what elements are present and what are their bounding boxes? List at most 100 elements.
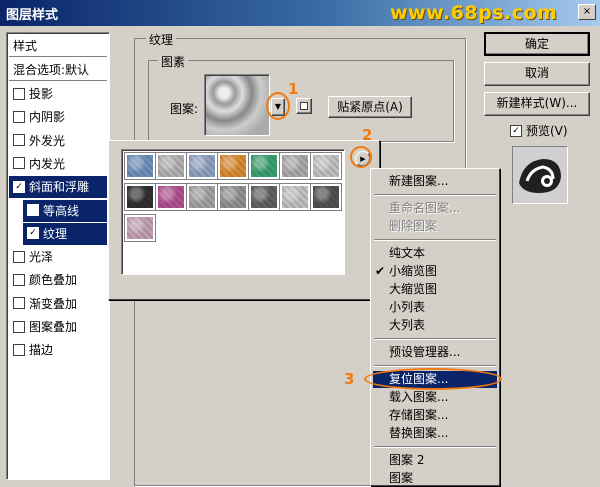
pattern-swatch[interactable] [186,183,218,211]
pattern-swatch[interactable] [248,183,280,211]
pattern-swatch[interactable] [279,183,311,211]
menu-item-2-3[interactable]: 小列表 [373,299,497,316]
menu-item-5-0[interactable]: 图案 2 [373,452,497,469]
pattern-swatch-image [251,155,277,177]
menu-item-2-0[interactable]: 纯文本 [373,245,497,262]
style-item-label: 斜面和浮雕 [29,180,90,195]
style-item-7[interactable]: ✓ 纹理 [23,222,107,245]
menu-item-0-0[interactable]: 新建图案... [373,173,497,190]
pattern-swatch[interactable] [124,183,156,211]
pattern-swatch[interactable] [217,152,249,180]
pattern-swatch[interactable] [310,152,342,180]
style-item-label: 光泽 [29,250,54,265]
style-item-checkbox[interactable] [13,250,25,263]
menu-item-2-4[interactable]: 大列表 [373,317,497,334]
style-list-header[interactable]: 样式 [9,35,107,57]
preview-check-box: ✓ [510,124,522,137]
menu-item-label: 新建图案... [389,174,449,188]
menu-item-5-1[interactable]: 图案 [373,470,497,487]
style-item-6[interactable]: 等高线 [23,199,107,222]
style-item-checkbox[interactable] [13,110,25,123]
style-item-2[interactable]: 内阴影 [9,106,107,128]
preview-checkbox[interactable]: ✓ 预览(V) [506,122,568,139]
style-item-checkbox[interactable]: ✓ [13,180,25,193]
style-item-checkbox[interactable] [13,273,25,286]
style-item-checkbox[interactable] [27,204,39,216]
menu-item-label: 小列表 [389,300,426,314]
new-preset-icon[interactable] [296,98,312,114]
style-item-label: 纹理 [43,226,68,241]
annotation-ring-3 [364,368,502,390]
menu-item-label: 预设管理器... [389,345,461,359]
menu-item-4-2[interactable]: 存储图案... [373,407,497,424]
style-item-checkbox[interactable] [13,157,25,170]
pattern-swatch[interactable] [124,214,156,242]
pattern-picker-popup: ▶ [108,140,380,300]
style-item-12[interactable]: 描边 [9,339,107,361]
watermark: www.68ps.com [390,2,558,24]
pattern-swatch-image [127,217,153,239]
style-item-checkbox[interactable] [13,134,25,147]
texture-group-title: 纹理 [146,31,177,48]
pattern-swatch[interactable] [310,183,342,211]
pattern-swatch[interactable] [155,152,187,180]
style-item-checkbox[interactable] [13,343,25,356]
style-list: 样式 混合选项:默认 投影内阴影外发光内发光 ✓ 斜面和浮雕等高线 ✓ 纹理光泽颜色叠加… [6,32,110,480]
annotation-ring-1 [266,92,290,120]
menu-separator [374,338,496,340]
menu-check-icon: ✔ [375,264,386,278]
pattern-swatch-image [158,155,184,177]
close-button[interactable]: × [578,4,596,20]
ok-button[interactable]: 确定 [484,32,590,56]
pattern-swatch[interactable] [279,152,311,180]
menu-item-2-1[interactable]: ✔ 小缩览图 [373,263,497,280]
menu-item-1-0[interactable]: 重命名图案... [373,200,497,217]
pattern-swatch[interactable] [248,152,280,180]
new-style-button[interactable]: 新建样式(W)... [484,92,590,116]
cancel-button[interactable]: 取消 [484,62,590,86]
style-item-checkbox[interactable]: ✓ [27,227,39,240]
menu-item-2-2[interactable]: 大缩览图 [373,281,497,298]
style-item-3[interactable]: 外发光 [9,130,107,152]
pattern-swatch-image [189,155,215,177]
style-item-label: 外发光 [29,133,66,148]
menu-item-label: 大缩览图 [389,282,438,296]
menu-item-label: 重命名图案... [389,201,461,215]
menu-item-label: 替换图案... [389,426,449,440]
blend-options-item[interactable]: 混合选项:默认 [9,59,107,81]
style-item-label: 图案叠加 [29,320,78,334]
pattern-swatch[interactable] [155,183,187,211]
pattern-swatch[interactable] [186,152,218,180]
style-item-label: 投影 [29,87,54,101]
snap-origin-button[interactable]: 贴紧原点(A) [328,96,412,118]
pattern-swatch[interactable] [217,183,249,211]
style-item-label: 描边 [29,343,54,358]
pattern-preview[interactable] [204,74,270,136]
style-item-checkbox[interactable] [13,297,25,310]
style-item-11[interactable]: 图案叠加 [9,316,107,338]
style-item-1[interactable]: 投影 [9,83,107,105]
style-item-4[interactable]: 内发光 [9,153,107,175]
menu-item-label: 大列表 [389,318,426,332]
style-item-checkbox[interactable] [13,87,25,100]
annotation-ring-2 [350,146,372,168]
style-item-9[interactable]: 颜色叠加 [9,269,107,291]
pattern-subgroup-title: 图素 [158,53,189,70]
pattern-swatch-image [127,155,153,177]
menu-item-4-3[interactable]: 替换图案... [373,425,497,442]
pattern-menu: 新建图案... 重命名图案... 删除图案纯文本 ✔ 小缩览图大缩览图小列表大列表预设管… [370,168,500,486]
pattern-grid [121,149,345,275]
menu-item-3-0[interactable]: 预设管理器... [373,344,497,361]
annotation-2: 2 [362,126,373,144]
style-item-checkbox[interactable] [13,320,25,333]
annotation-3: 3 [344,370,355,388]
style-item-10[interactable]: 渐变叠加 [9,293,107,315]
style-item-5[interactable]: ✓ 斜面和浮雕 [9,176,107,199]
menu-item-4-1[interactable]: 载入图案... [373,389,497,406]
pattern-swatch-image [251,186,277,208]
menu-item-1-1[interactable]: 删除图案 [373,218,497,235]
style-item-8[interactable]: 光泽 [9,246,107,268]
menu-item-label: 存储图案... [389,408,449,422]
pattern-swatch[interactable] [124,152,156,180]
style-preview-thumbnail [512,146,568,204]
